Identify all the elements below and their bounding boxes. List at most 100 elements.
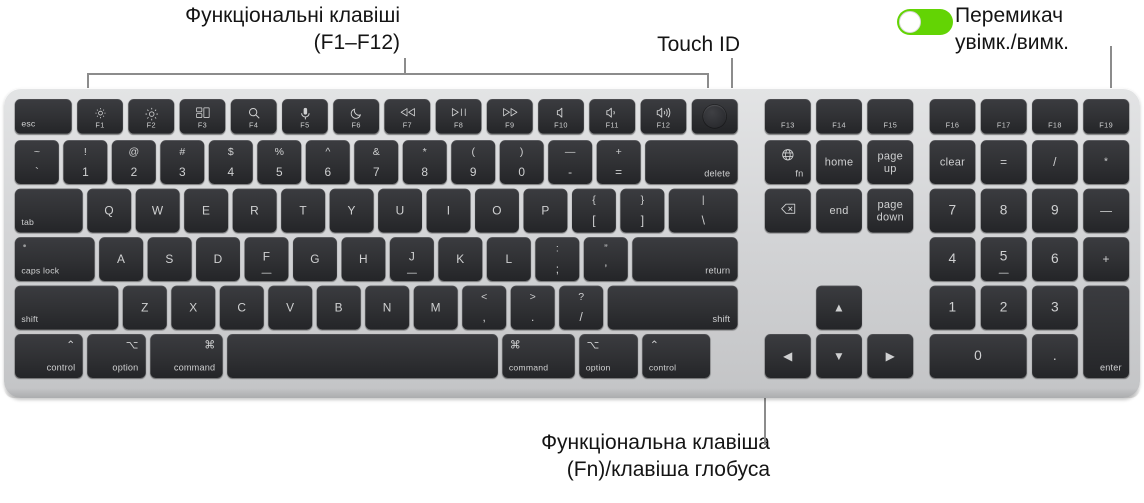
key-f6[interactable]: F6 (333, 98, 380, 134)
key-e[interactable]: E (184, 188, 229, 233)
key-arrow-up[interactable]: ▲ (816, 285, 862, 330)
key-control-left[interactable]: ⌃ control (14, 334, 83, 378)
key-u[interactable]: U (378, 188, 422, 233)
key-4[interactable]: $ 4 (208, 140, 253, 185)
key-keypad-multiply[interactable]: * (1083, 140, 1130, 185)
key-minus[interactable]: — - (548, 140, 593, 185)
key-equals[interactable]: + = (596, 140, 641, 185)
key-keypad-decimal[interactable]: . (1032, 334, 1078, 378)
key-clear[interactable]: clear (929, 140, 976, 185)
key-f2[interactable]: F2 (128, 98, 175, 134)
key-option-right[interactable]: ⌥ option (579, 334, 638, 378)
key-n[interactable]: N (365, 285, 410, 330)
key-f11[interactable]: F11 (589, 98, 636, 134)
key-command-right[interactable]: ⌘ command (502, 334, 575, 378)
key-c[interactable]: C (219, 285, 264, 330)
key-f13[interactable]: F13 (764, 98, 811, 134)
key-arrow-right[interactable]: ▶ (867, 334, 914, 378)
key-command-left[interactable]: ⌘ command (150, 334, 223, 378)
key-keypad-plus[interactable]: + (1083, 237, 1130, 281)
key-k[interactable]: K (438, 237, 483, 281)
key-keypad-9[interactable]: 9 (1032, 188, 1078, 233)
key-keypad-6[interactable]: 6 (1032, 237, 1078, 281)
key-t[interactable]: T (281, 188, 326, 233)
key-y[interactable]: Y (329, 188, 374, 233)
key-f8[interactable]: F8 (435, 98, 482, 134)
key-delete[interactable]: delete (645, 140, 738, 185)
key-3[interactable]: # 3 (160, 140, 205, 185)
key-keypad-8[interactable]: 8 (980, 188, 1027, 233)
key-f5[interactable]: F5 (282, 98, 328, 134)
key-q[interactable]: Q (87, 188, 132, 233)
key-1[interactable]: ! 1 (63, 140, 108, 185)
key-7[interactable]: & 7 (354, 140, 399, 185)
key-6[interactable]: ^ 6 (305, 140, 350, 185)
key-f10[interactable]: F10 (538, 98, 584, 134)
key-return[interactable]: return (632, 237, 738, 281)
key-touch-id[interactable] (691, 98, 738, 134)
key-f4[interactable]: F4 (230, 98, 277, 134)
key-shift-left[interactable]: shift (14, 285, 119, 330)
key-shift-right[interactable]: shift (607, 285, 738, 330)
key-keypad-5[interactable]: 5 (980, 237, 1027, 281)
key-f[interactable]: F (244, 237, 289, 281)
key-keypad-equals[interactable]: = (980, 140, 1027, 185)
key-9[interactable]: ( 9 (451, 140, 496, 185)
key-p[interactable]: P (523, 188, 568, 233)
key-w[interactable]: W (135, 188, 180, 233)
key-l[interactable]: L (486, 237, 531, 281)
key-backtick[interactable]: ~ ` (14, 140, 59, 185)
key-o[interactable]: O (475, 188, 519, 233)
key-bracket-right[interactable]: } ] (620, 188, 665, 233)
key-b[interactable]: B (316, 285, 361, 330)
key-j[interactable]: J (389, 237, 434, 281)
key-h[interactable]: H (341, 237, 386, 281)
key-f14[interactable]: F14 (816, 98, 862, 134)
key-f15[interactable]: F15 (867, 98, 914, 134)
key-x[interactable]: X (171, 285, 216, 330)
key-space[interactable] (227, 334, 498, 378)
key-control-right[interactable]: ⌃ control (642, 334, 711, 378)
key-z[interactable]: Z (122, 285, 167, 330)
key-keypad-1[interactable]: 1 (929, 285, 976, 330)
key-semicolon[interactable]: : ; (535, 237, 580, 281)
key-arrow-left[interactable]: ◀ (764, 334, 811, 378)
key-page-up[interactable]: page up (867, 140, 914, 185)
key-5[interactable]: % 5 (257, 140, 302, 185)
key-slash[interactable]: ? / (559, 285, 604, 330)
key-keypad-4[interactable]: 4 (929, 237, 976, 281)
key-f7[interactable]: F7 (384, 98, 431, 134)
key-keypad-0[interactable]: 0 (929, 334, 1027, 378)
key-fn-globe[interactable]: fn (764, 140, 811, 185)
key-8[interactable]: * 8 (402, 140, 447, 185)
key-keypad-minus[interactable]: — (1083, 188, 1130, 233)
key-i[interactable]: I (426, 188, 471, 233)
key-f19[interactable]: F19 (1083, 98, 1130, 134)
key-v[interactable]: V (268, 285, 313, 330)
key-esc[interactable]: esc (14, 98, 72, 134)
key-f3[interactable]: F3 (179, 98, 226, 134)
key-arrow-down[interactable]: ▼ (816, 334, 862, 378)
key-option-left[interactable]: ⌥ option (87, 334, 146, 378)
key-home[interactable]: home (816, 140, 862, 185)
key-a[interactable]: A (99, 237, 144, 281)
key-f18[interactable]: F18 (1032, 98, 1078, 134)
key-keypad-7[interactable]: 7 (929, 188, 976, 233)
key-f12[interactable]: F12 (640, 98, 687, 134)
key-keypad-divide[interactable]: / (1032, 140, 1078, 185)
key-backslash[interactable]: | \ (668, 188, 738, 233)
key-2[interactable]: @ 2 (111, 140, 156, 185)
key-forward-delete[interactable] (764, 188, 811, 233)
key-keypad-2[interactable]: 2 (980, 285, 1027, 330)
key-m[interactable]: M (413, 285, 458, 330)
key-s[interactable]: S (147, 237, 192, 281)
key-f17[interactable]: F17 (980, 98, 1027, 134)
key-end[interactable]: end (816, 188, 862, 233)
key-f9[interactable]: F9 (486, 98, 533, 134)
key-d[interactable]: D (196, 237, 240, 281)
key-keypad-enter[interactable]: enter (1083, 285, 1130, 378)
key-keypad-3[interactable]: 3 (1032, 285, 1078, 330)
key-g[interactable]: G (293, 237, 337, 281)
key-bracket-left[interactable]: { [ (572, 188, 616, 233)
key-r[interactable]: R (232, 188, 277, 233)
